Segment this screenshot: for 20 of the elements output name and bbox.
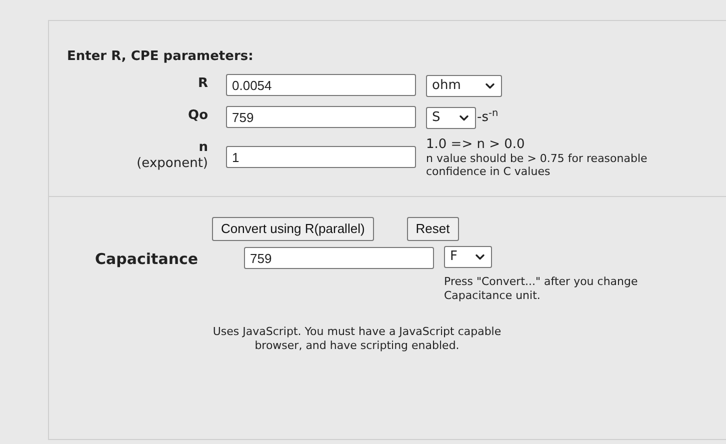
unit-suffix: -s$^{-n}$ <box>477 108 498 127</box>
unit-select[interactable]: F <box>444 246 492 268</box>
convert-button[interactable]: Convert using R(parallel) <box>212 216 374 240</box>
parameter-sublabel: (exponent) <box>136 156 208 172</box>
text-field[interactable]: 1 <box>226 146 416 168</box>
range-text: 1.0 => n > 0.0 <box>426 136 526 152</box>
reset-button[interactable]: Reset <box>406 216 459 240</box>
hint-text: n value should be > 0.75 for reasonable confidence in C values <box>426 152 648 178</box>
unit-select[interactable]: S <box>426 106 476 128</box>
hint-text: Press "Convert..." after you change Capacitance unit. <box>444 274 639 302</box>
text-field[interactable]: 759 <box>226 106 416 128</box>
capacitance-label: Capacitance <box>94 248 200 270</box>
unit-select[interactable]: ohm <box>426 74 502 96</box>
section-heading: Enter R, CPE parameters: <box>67 48 254 66</box>
footer-note: Uses JavaScript. You must have a JavaScript capable browser, and have scripting enabled. <box>212 324 502 352</box>
parameter-label: R <box>198 76 208 92</box>
text-field[interactable]: 0.0054 <box>226 74 416 96</box>
parameter-label: n <box>198 140 208 156</box>
parameter-label: Qo <box>188 108 208 124</box>
text-field[interactable]: 759 <box>244 247 434 269</box>
